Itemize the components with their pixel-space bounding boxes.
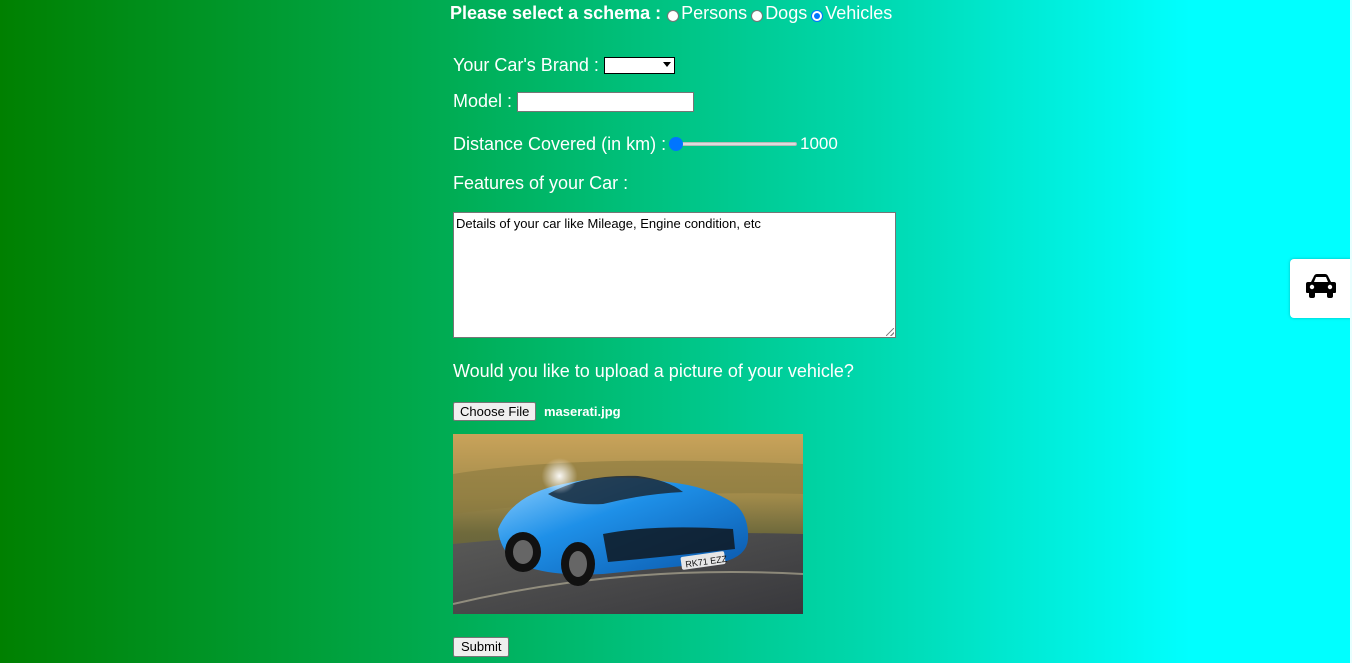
radio-label-dogs[interactable]: Dogs bbox=[765, 3, 807, 24]
radio-label-vehicles[interactable]: Vehicles bbox=[825, 3, 892, 24]
schema-selector: Please select a schema : Persons Dogs Ve… bbox=[450, 3, 894, 24]
distance-slider[interactable] bbox=[669, 136, 797, 152]
features-textarea[interactable]: Details of your car like Mileage, Engine… bbox=[453, 212, 896, 338]
distance-value: 1000 bbox=[800, 134, 838, 153]
model-input[interactable] bbox=[517, 92, 694, 112]
choose-file-button[interactable]: Choose File bbox=[453, 402, 537, 421]
car-icon bbox=[1305, 273, 1337, 304]
radio-label-persons[interactable]: Persons bbox=[681, 3, 747, 24]
features-label: Features of your Car : bbox=[453, 173, 629, 193]
uploaded-image-preview: RK71 EZZ bbox=[453, 434, 803, 614]
side-tab[interactable] bbox=[1290, 259, 1352, 318]
model-label: Model : bbox=[453, 91, 513, 111]
distance-label: Distance Covered (in km) : bbox=[453, 134, 667, 154]
radio-persons[interactable] bbox=[667, 9, 680, 22]
brand-label: Your Car's Brand : bbox=[453, 55, 599, 75]
resize-handle-icon[interactable] bbox=[886, 328, 894, 336]
features-placeholder: Details of your car like Mileage, Engine… bbox=[456, 216, 761, 231]
selected-file-name: maserati.jpg bbox=[544, 404, 621, 419]
submit-button[interactable]: Submit bbox=[453, 637, 510, 657]
radio-vehicles[interactable] bbox=[811, 9, 824, 22]
chevron-down-icon bbox=[663, 62, 671, 67]
slider-track bbox=[669, 142, 797, 146]
schema-prompt: Please select a schema : bbox=[450, 3, 662, 23]
brand-select[interactable] bbox=[604, 57, 675, 74]
radio-dogs[interactable] bbox=[751, 9, 764, 22]
slider-thumb[interactable] bbox=[669, 137, 683, 151]
upload-question: Would you like to upload a picture of yo… bbox=[453, 361, 854, 381]
